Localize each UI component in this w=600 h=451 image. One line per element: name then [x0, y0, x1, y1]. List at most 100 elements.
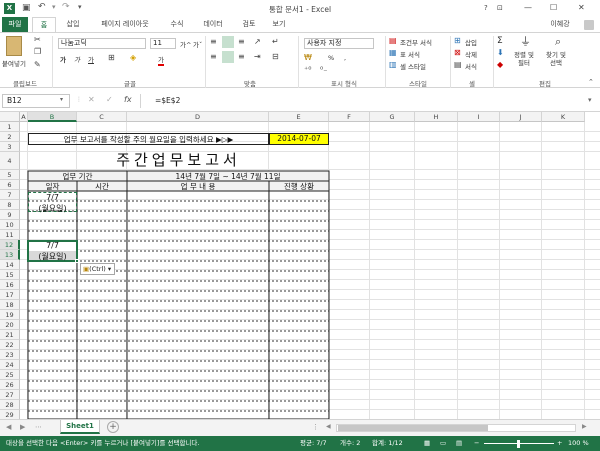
fill-icon[interactable]: ⬇ [497, 48, 504, 58]
more-sheets-icon[interactable]: ⋯ [35, 423, 42, 431]
table-format-button[interactable]: 표 서식 [400, 49, 420, 59]
tab-review[interactable]: 검토 [236, 17, 262, 32]
normal-view-icon[interactable]: ▦ [424, 436, 430, 451]
merge-center-icon[interactable]: ⊟ [272, 52, 279, 62]
format-cells-icon[interactable]: ▤ [454, 60, 462, 70]
decrease-decimal-icon[interactable]: ⁰₋ [320, 65, 327, 75]
paste-options-dropdown-icon: ▾ [105, 265, 112, 273]
scroll-left-icon[interactable]: ◀ [6, 423, 11, 431]
borders-icon[interactable]: ⊞ [108, 53, 115, 63]
orientation-icon[interactable]: ↗ [254, 37, 261, 47]
help-button[interactable]: ? [484, 4, 488, 12]
grow-font-button[interactable]: 가^ [180, 39, 191, 49]
percent-button[interactable]: % [328, 54, 334, 62]
copy-icon[interactable]: ❐ [34, 47, 41, 57]
conditional-format-icon[interactable]: ▤ [389, 36, 397, 46]
font-name-combo[interactable]: 나눔고딕 [58, 38, 146, 49]
sort-filter-button[interactable]: 정렬 및 필터 [514, 51, 534, 67]
sheet-tab-sheet1[interactable]: Sheet1 [60, 420, 100, 434]
horizontal-scroll-thumb[interactable] [338, 425, 488, 431]
tab-home[interactable]: 홈 [32, 17, 56, 32]
align-bottom-icon[interactable]: ≡ [238, 37, 245, 47]
collapse-ribbon-icon[interactable]: ⌃ [588, 77, 594, 87]
paste-icon[interactable] [6, 36, 22, 56]
scroll-right-icon[interactable]: ▶ [20, 423, 25, 431]
page-break-view-icon[interactable]: ▤ [456, 436, 462, 451]
font-color-button[interactable]: 가 [158, 54, 164, 66]
zoom-out-icon[interactable]: − [474, 436, 479, 451]
insert-function-button[interactable]: fx [124, 95, 132, 104]
title-bar: X ▣ ↶ ▾ ↷ ▾ 통합 문서1 - Excel ? ⊡ — ☐ ✕ [0, 0, 600, 17]
tab-page-layout[interactable]: 페이지 레이아웃 [92, 17, 158, 32]
maximize-button[interactable]: ☐ [550, 3, 557, 12]
currency-icon[interactable]: ₩ [304, 53, 312, 63]
save-icon[interactable]: ▣ [22, 3, 31, 13]
font-size-combo[interactable]: 11 [150, 38, 176, 49]
cell-styles-icon[interactable]: ▥ [389, 60, 397, 70]
cell-b13[interactable]: (월요일) [28, 251, 77, 262]
cancel-formula-icon[interactable]: ✕ [88, 95, 95, 104]
cell-styles-button[interactable]: 셀 스타일 [400, 61, 426, 71]
delete-cells-button[interactable]: 삭제 [465, 49, 477, 59]
hscroll-left-icon[interactable]: ◀ [326, 423, 331, 430]
underline-button[interactable]: 가 [88, 54, 94, 64]
table-format-icon[interactable]: ▦ [389, 48, 397, 58]
align-top-icon[interactable]: ≡ [210, 37, 217, 47]
insert-cells-button[interactable]: 삽입 [465, 37, 477, 47]
number-format-combo[interactable]: 사용자 지정 [304, 38, 374, 49]
shrink-font-button[interactable]: 가ˇ [193, 39, 202, 49]
cell-b9[interactable]: (월요일) [28, 203, 77, 214]
new-sheet-button[interactable]: + [107, 421, 119, 433]
insert-cells-icon[interactable]: ⊞ [454, 36, 461, 46]
zoom-in-icon[interactable]: + [557, 436, 562, 451]
autosum-button[interactable]: Σ [497, 36, 503, 46]
cut-icon[interactable]: ✂ [34, 35, 41, 45]
customize-qat-icon[interactable]: ▾ [78, 3, 82, 11]
close-button[interactable]: ✕ [578, 3, 585, 12]
delete-cells-icon[interactable]: ⊠ [454, 48, 461, 58]
align-middle-icon[interactable] [222, 36, 234, 48]
comma-button[interactable]: , [344, 54, 346, 62]
undo-icon[interactable]: ↶ [38, 2, 46, 12]
cell-b8[interactable]: 7/7 [28, 193, 77, 202]
undo-dropdown-icon[interactable]: ▾ [52, 3, 56, 11]
zoom-slider-thumb[interactable] [517, 440, 520, 448]
align-right-icon[interactable]: ≡ [238, 52, 245, 62]
sort-filter-icon[interactable]: ⏚ [520, 36, 531, 47]
fill-color-icon[interactable]: ◈ [130, 53, 136, 63]
bold-button[interactable]: 가 [60, 54, 66, 64]
ribbon-display-icon[interactable]: ⊡ [497, 4, 503, 12]
align-left-icon[interactable]: ≡ [210, 52, 217, 62]
find-select-button[interactable]: 찾기 및 선택 [546, 51, 566, 67]
minimize-button[interactable]: — [524, 3, 532, 12]
hscroll-right-icon[interactable]: ▶ [582, 423, 587, 430]
cell-b12[interactable]: 7/7 [28, 241, 77, 250]
tab-insert[interactable]: 삽입 [60, 17, 86, 32]
increase-decimal-icon[interactable]: ⁺⁰ [304, 65, 311, 75]
page-layout-view-icon[interactable]: ▭ [440, 436, 446, 451]
tab-data[interactable]: 데이터 [196, 17, 230, 32]
align-center-icon[interactable] [222, 51, 234, 63]
formula-input[interactable]: =$E$2 [140, 94, 584, 108]
tab-file[interactable]: 파일 [2, 17, 28, 32]
conditional-format-button[interactable]: 조건부 서식 [400, 37, 432, 47]
name-box-dropdown-icon[interactable]: ▾ [60, 96, 63, 103]
paste-options-button[interactable]: ▣(Ctrl) ▾ [80, 263, 115, 275]
indent-icon[interactable]: ⇥ [254, 52, 261, 62]
user-name[interactable]: 이혜강 [540, 17, 580, 32]
expand-formula-icon[interactable]: ▾ [588, 96, 592, 104]
find-select-icon[interactable]: ⌕ [555, 36, 561, 47]
worksheet-grid[interactable]: ABCDEFGHIJK 1 2 3 4 5 6 7 8 9 10 11 12 13 14 15 16 17 18 1… [0, 112, 600, 419]
tab-view[interactable]: 보기 [266, 17, 292, 32]
format-cells-button[interactable]: 서식 [465, 61, 477, 71]
enter-formula-icon[interactable]: ✓ [106, 95, 113, 104]
tab-formulas[interactable]: 수식 [164, 17, 190, 32]
avatar[interactable] [584, 20, 594, 30]
format-painter-icon[interactable]: ✎ [34, 60, 41, 70]
paste-button[interactable]: 붙여넣기 [2, 58, 26, 68]
wrap-text-icon[interactable]: ↵ [272, 37, 279, 47]
clear-icon[interactable]: ◆ [497, 60, 503, 70]
redo-icon[interactable]: ↷ [62, 2, 70, 12]
zoom-level[interactable]: 100 % [568, 436, 589, 451]
italic-button[interactable]: 가 [74, 54, 80, 64]
